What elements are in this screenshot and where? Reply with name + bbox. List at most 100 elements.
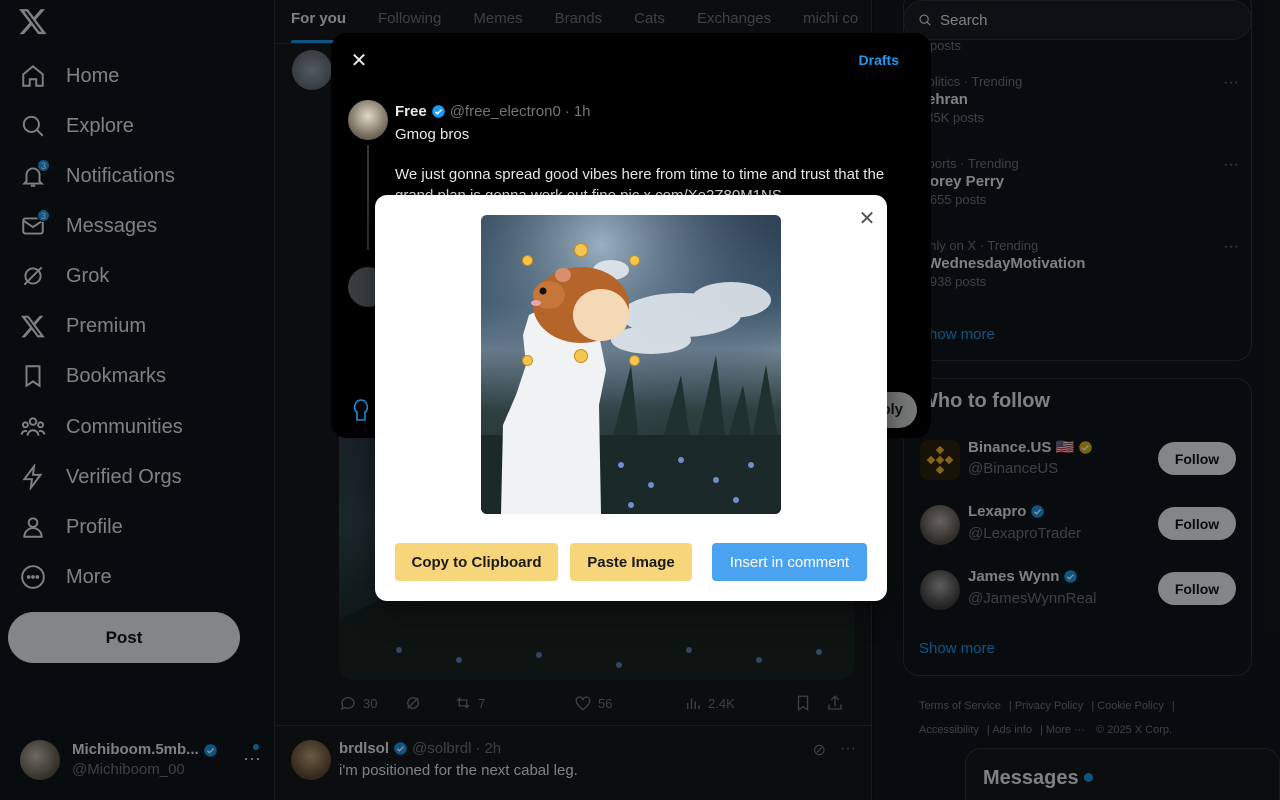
follow-handle: @LexaproTrader	[968, 525, 1082, 542]
post-button[interactable]: Post	[8, 612, 240, 663]
grok-action[interactable]	[404, 694, 454, 712]
who-to-follow-title: Who to follow	[919, 390, 1051, 412]
nav-premium[interactable]: Premium	[14, 304, 152, 348]
trend-item[interactable]: Only on X · Trending #WednesdayMotivatio…	[919, 238, 1239, 289]
nav-label: Communities	[66, 415, 183, 438]
verified-badge-icon	[1064, 570, 1078, 583]
people-icon	[20, 414, 46, 440]
messages-drawer[interactable]: Messages	[965, 748, 1280, 800]
resize-handle[interactable]	[629, 355, 640, 366]
footer-link[interactable]: Ads info	[992, 724, 1032, 736]
avatar[interactable]	[920, 440, 960, 480]
nav-bookmarks[interactable]: Bookmarks	[14, 354, 172, 398]
avatar[interactable]	[292, 50, 332, 90]
avatar[interactable]	[920, 570, 960, 610]
nav-home[interactable]: Home	[14, 54, 125, 98]
tweet-author[interactable]: Free	[395, 103, 427, 120]
follow-name-text: Lexapro	[968, 503, 1027, 520]
notification-badge: 3	[37, 159, 50, 172]
footer-link[interactable]: More ···	[1046, 724, 1085, 736]
image-preview[interactable]	[481, 215, 781, 514]
trend-name: #WednesdayMotivation	[919, 255, 1086, 272]
paste-image-button[interactable]: Paste Image	[570, 543, 692, 581]
tweet-actions: 30 7 56 2.4K	[339, 690, 859, 716]
account-text: Michiboom.5mb... @Michiboom_00	[72, 740, 218, 780]
nav-label: Explore	[66, 114, 134, 137]
app-root: Home Explore 3 Notifications 3 Messages …	[0, 0, 1280, 800]
copy-to-clipboard-button[interactable]: Copy to Clipboard	[395, 543, 558, 581]
reply-action[interactable]: 30	[339, 694, 404, 712]
footer-link[interactable]: Privacy Policy	[1015, 700, 1083, 712]
avatar[interactable]	[920, 505, 960, 545]
nav-verified-orgs[interactable]: Verified Orgs	[14, 455, 188, 499]
follow-button[interactable]: Follow	[1158, 507, 1236, 540]
move-handle-icon[interactable]	[574, 349, 588, 363]
more-dots-icon[interactable]: ···	[1223, 74, 1239, 92]
more-dots-icon[interactable]: ···	[840, 740, 856, 760]
search-input[interactable]	[940, 11, 1220, 29]
avatar	[20, 740, 60, 780]
search-box[interactable]	[903, 0, 1252, 40]
messages-drawer-title: Messages	[983, 767, 1079, 789]
share-action[interactable]	[826, 694, 850, 712]
more-dots-icon[interactable]: ···	[1223, 238, 1239, 256]
reply-count: 30	[363, 695, 378, 711]
drafts-button[interactable]: Drafts	[859, 52, 899, 68]
home-icon	[20, 63, 46, 89]
nav-more[interactable]: More	[14, 555, 118, 599]
trend-item[interactable]: Politics · Trending Tehran 135K posts ··…	[919, 74, 1239, 125]
footer-link[interactable]: Cookie Policy	[1097, 700, 1164, 712]
resize-handle[interactable]	[522, 255, 533, 266]
like-icon	[575, 696, 591, 711]
views-count: 2.4K	[708, 695, 735, 711]
more-dots-icon[interactable]: ···	[1223, 156, 1239, 174]
nav-notifications[interactable]: 3 Notifications	[14, 154, 181, 198]
unread-dot	[1084, 773, 1093, 782]
nav-profile[interactable]: Profile	[14, 505, 129, 549]
x-logo-icon[interactable]	[18, 6, 48, 36]
account-name-text: Michiboom.5mb...	[72, 741, 199, 758]
close-icon[interactable]: ✕	[345, 47, 373, 75]
like-action[interactable]: 56	[574, 694, 684, 712]
footer-link[interactable]: Accessibility	[919, 724, 979, 736]
follow-show-more-link[interactable]: Show more	[919, 640, 995, 657]
follow-suggestion[interactable]: Binance.US 🇺🇸 @BinanceUS Follow	[920, 438, 1236, 482]
tweet-author[interactable]: brdlsol	[339, 740, 389, 757]
verified-badge-icon	[394, 742, 407, 755]
trend-count: 4,938 posts	[919, 274, 987, 289]
account-switcher[interactable]: Michiboom.5mb... @Michiboom_00 ···	[20, 732, 265, 788]
resize-handle[interactable]	[629, 255, 640, 266]
separator-dot: ·	[475, 740, 481, 757]
views-action[interactable]: 2.4K	[684, 694, 794, 712]
nav-explore[interactable]: Explore	[14, 104, 140, 148]
close-icon[interactable]: ✕	[857, 209, 877, 229]
nav-label: Verified Orgs	[66, 465, 182, 488]
footer-link[interactable]: Terms of Service	[919, 700, 1001, 712]
rotate-handle-icon[interactable]	[574, 243, 588, 257]
thread-line	[367, 145, 369, 250]
resize-handle[interactable]	[522, 355, 533, 366]
repost-action[interactable]: 7	[454, 694, 574, 712]
follow-suggestion[interactable]: Lexapro @LexaproTrader Follow	[920, 503, 1236, 547]
views-icon	[687, 698, 700, 709]
more-dots-icon[interactable]: ···	[243, 748, 261, 769]
nav-label: Bookmarks	[66, 364, 167, 387]
x-icon	[20, 313, 46, 339]
avatar[interactable]	[348, 100, 388, 140]
verified-badge-icon	[203, 743, 217, 757]
insert-in-comment-button[interactable]: Insert in comment	[712, 543, 867, 581]
follow-suggestion[interactable]: James Wynn @JamesWynnReal Follow	[920, 568, 1236, 612]
follow-button[interactable]: Follow	[1158, 442, 1236, 475]
nav-messages[interactable]: 3 Messages	[14, 204, 163, 248]
tweet-time: 2h	[484, 740, 502, 757]
follow-button[interactable]: Follow	[1158, 572, 1236, 605]
bookmark-action[interactable]	[794, 694, 826, 712]
avatar[interactable]	[291, 740, 331, 780]
footer-links: Terms of Service | Privacy Policy | Cookie…	[919, 700, 1175, 736]
grok-icon[interactable]: ⊘	[813, 740, 826, 760]
follow-name: Lexapro	[968, 503, 1045, 520]
extension-icon[interactable]	[351, 398, 371, 422]
trend-item[interactable]: Sports · Trending Corey Perry 1,655 post…	[919, 156, 1239, 207]
nav-grok[interactable]: Grok	[14, 254, 115, 298]
nav-communities[interactable]: Communities	[14, 405, 189, 449]
